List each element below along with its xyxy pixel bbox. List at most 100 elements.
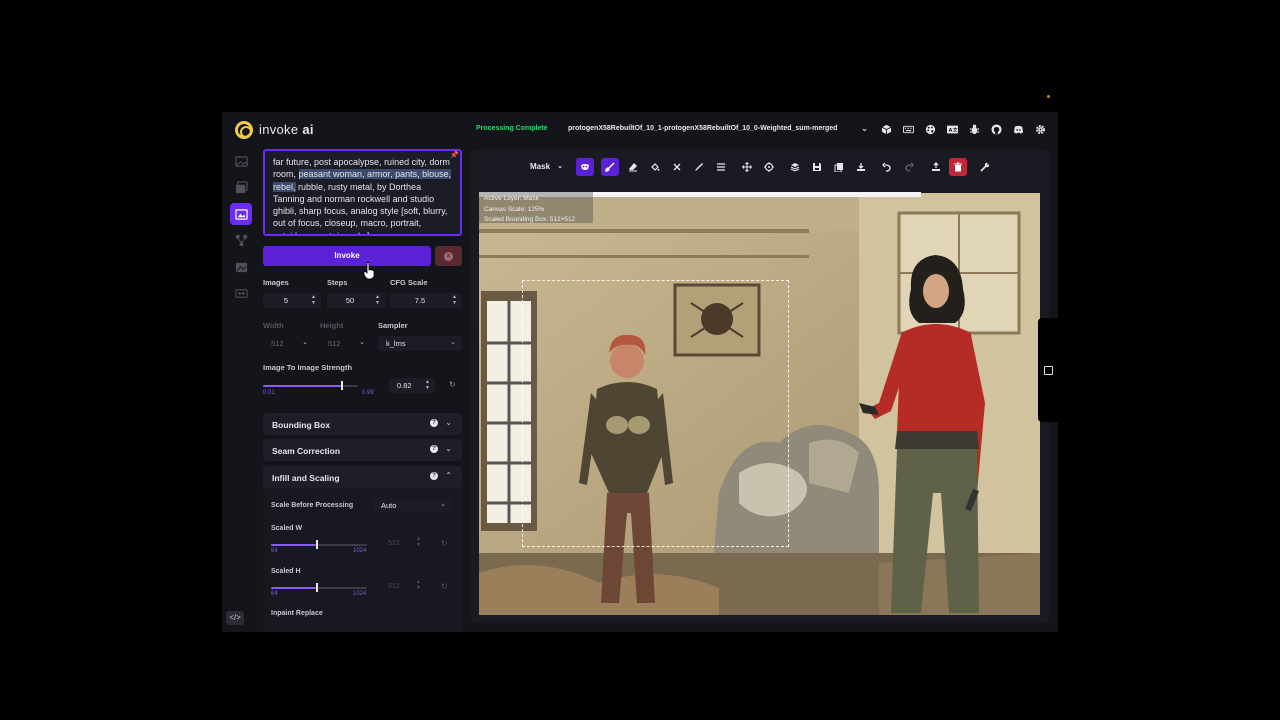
pin-icon[interactable]: 📌 xyxy=(450,151,459,159)
reset-icon[interactable]: ↻ xyxy=(449,380,456,389)
github-icon[interactable] xyxy=(988,122,1004,136)
scaled-w-slider[interactable] xyxy=(271,540,367,549)
hand-cursor-icon xyxy=(363,262,375,280)
gallery-toggle-button[interactable] xyxy=(1038,318,1058,422)
bounding-box[interactable] xyxy=(522,280,789,547)
cancel-button[interactable]: × xyxy=(435,246,462,266)
canvas-scale-text: Canvas Scale: 125% xyxy=(484,205,545,213)
scaled-h-min: 64 xyxy=(271,591,278,597)
header-icons: A文 xyxy=(878,122,1048,136)
chevron-down-icon: ⌄ xyxy=(445,444,452,453)
strength-input[interactable]: 0.82 ▲ ▼ xyxy=(389,378,435,393)
chevron-down-icon: ⌄ xyxy=(861,124,868,133)
image-to-image-icon xyxy=(235,181,248,194)
help-icon[interactable]: ? xyxy=(430,445,438,453)
language-icon[interactable]: A文 xyxy=(944,122,960,136)
invoke-button[interactable]: Invoke xyxy=(263,246,431,266)
discord-icon[interactable] xyxy=(1010,122,1026,136)
height-select[interactable]: 512 ⌄ xyxy=(320,336,371,351)
move-icon[interactable] xyxy=(738,158,756,176)
unified-canvas-icon xyxy=(234,208,248,220)
stepper-icon[interactable]: ▲ ▼ xyxy=(425,379,430,391)
delete-icon[interactable] xyxy=(949,158,967,176)
fill-bbox-icon[interactable] xyxy=(646,158,664,176)
console-toggle-button[interactable]: </> xyxy=(226,611,244,625)
reset-icon[interactable]: ↻ xyxy=(441,539,448,548)
chevron-down-icon: ⌄ xyxy=(450,339,456,346)
reset-view-icon[interactable] xyxy=(760,158,778,176)
tab-unified-canvas[interactable] xyxy=(230,203,252,225)
undo-icon[interactable] xyxy=(878,158,896,176)
accordion-bounding-box[interactable]: Bounding Box ? ⌄ xyxy=(263,413,462,435)
tab-text-to-image[interactable] xyxy=(230,150,252,172)
scaled-h-slider-thumb[interactable] xyxy=(316,583,319,592)
hotkeys-icon[interactable] xyxy=(900,122,916,136)
scaled-w-max: 1024 xyxy=(353,548,367,554)
chevron-up-icon: ⌃ xyxy=(445,471,452,480)
scaled-bbox-text: Scaled Bounding Box: 512×512 xyxy=(484,216,576,223)
text-to-image-icon xyxy=(234,155,248,167)
strength-slider-fill xyxy=(263,385,341,387)
bug-report-icon[interactable] xyxy=(966,122,982,136)
copy-icon[interactable] xyxy=(830,158,848,176)
color-picker-icon[interactable] xyxy=(690,158,708,176)
brush-options-icon[interactable] xyxy=(712,158,730,176)
scaled-h-value[interactable]: 512 xyxy=(388,583,400,590)
theme-icon[interactable] xyxy=(922,122,938,136)
eraser-icon[interactable] xyxy=(624,158,642,176)
code-icon: </> xyxy=(229,613,241,622)
strength-label: Image To Image Strength xyxy=(263,363,353,372)
cfg-scale-label: CFG Scale xyxy=(390,278,428,287)
tab-postprocessing[interactable] xyxy=(230,256,252,278)
accordion-title: Bounding Box xyxy=(272,420,331,430)
chevron-down-icon: ⌄ xyxy=(440,501,446,508)
strength-slider[interactable] xyxy=(263,381,358,390)
prompt-input[interactable]: far future, post apocalypse, ruined city… xyxy=(263,149,462,236)
steps-input[interactable]: 50 ▲ ▼ xyxy=(327,293,385,308)
cfg-scale-input[interactable]: 7.5 ▲ ▼ xyxy=(390,293,462,308)
strength-slider-thumb[interactable] xyxy=(340,381,343,390)
stepper-icon[interactable]: ▲ ▼ xyxy=(452,294,457,306)
images-label: Images xyxy=(263,278,289,287)
scaled-w-slider-thumb[interactable] xyxy=(316,540,319,549)
postprocessing-icon xyxy=(235,262,247,272)
tab-image-to-image[interactable] xyxy=(230,177,252,199)
stepper-icon[interactable]: ▲ ▼ xyxy=(416,579,421,591)
mask-options-icon[interactable] xyxy=(576,158,594,176)
accordion-seam-correction[interactable]: Seam Correction ? ⌄ xyxy=(263,439,462,461)
save-icon[interactable] xyxy=(808,158,826,176)
canvas-status-info: Active Layer: Mask Canvas Scale: 125% Sc… xyxy=(479,192,593,223)
reset-icon[interactable]: ↻ xyxy=(441,582,448,591)
invoke-logo-icon xyxy=(235,121,253,139)
sampler-select[interactable]: k_lms ⌄ xyxy=(378,336,462,351)
merge-layers-icon[interactable] xyxy=(786,158,804,176)
width-select[interactable]: 512 ⌄ xyxy=(263,336,314,351)
model-select[interactable]: protogenX58RebuiltOf_10_1-protogenX58Reb… xyxy=(568,121,868,137)
steps-value: 50 xyxy=(345,296,355,305)
redo-icon[interactable] xyxy=(900,158,918,176)
help-icon[interactable]: ? xyxy=(430,419,438,427)
settings-wrench-icon[interactable] xyxy=(976,158,994,176)
training-icon xyxy=(234,289,248,298)
scaled-w-min: 64 xyxy=(271,548,278,554)
scale-before-select[interactable]: Auto ⌄ xyxy=(373,498,452,513)
images-input[interactable]: 5 ▲ ▼ xyxy=(263,293,321,308)
scaled-w-value[interactable]: 512 xyxy=(388,540,400,547)
download-icon[interactable] xyxy=(852,158,870,176)
tab-nodes[interactable] xyxy=(230,230,252,252)
help-icon[interactable]: ? xyxy=(430,472,438,480)
stepper-icon[interactable]: ▲ ▼ xyxy=(375,294,380,306)
scaled-h-slider[interactable] xyxy=(271,583,367,592)
height-label: Height xyxy=(320,321,344,330)
accordion-infill-scaling[interactable]: Infill and Scaling ? ⌃ xyxy=(263,466,462,488)
settings-icon[interactable] xyxy=(1032,122,1048,136)
model-manager-icon[interactable] xyxy=(878,122,894,136)
stepper-icon[interactable]: ▲ ▼ xyxy=(311,294,316,306)
brush-icon[interactable] xyxy=(601,158,619,176)
tab-training[interactable] xyxy=(230,283,252,305)
clear-icon[interactable] xyxy=(668,158,686,176)
stepper-icon[interactable]: ▲ ▼ xyxy=(416,536,421,548)
upload-icon[interactable] xyxy=(927,158,945,176)
invokeai-window: invoke ai Processing Complete protogenX5… xyxy=(222,112,1058,632)
layer-select[interactable]: Mask ⌄ xyxy=(522,157,566,177)
